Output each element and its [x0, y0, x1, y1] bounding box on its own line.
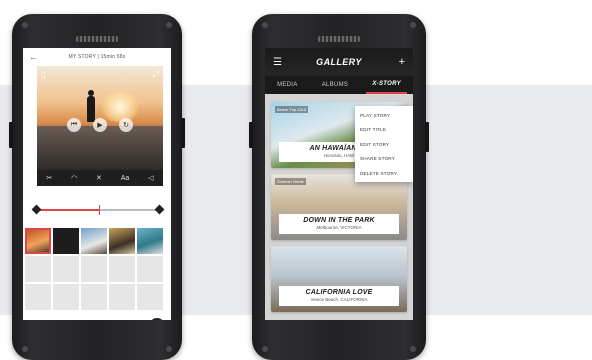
skip-back-icon[interactable]: ⏮ — [67, 118, 81, 132]
empty-slot[interactable] — [109, 284, 135, 310]
empty-slot[interactable] — [137, 284, 163, 310]
story-card[interactable]: CALIFORNIA LOVE Venice Beach, CALIFORNIA — [271, 246, 407, 312]
screw — [410, 346, 416, 352]
story-location: Venice Beach, CALIFORNIA — [310, 297, 368, 302]
screw — [166, 346, 172, 352]
empty-slot[interactable] — [137, 256, 163, 282]
empty-slot[interactable] — [81, 256, 107, 282]
empty-slot[interactable] — [25, 284, 51, 310]
side-button — [9, 122, 13, 148]
menu-item-share-story[interactable]: SHARE STORY — [355, 152, 413, 167]
story-tag: Summer Break — [275, 178, 306, 185]
transition-icon[interactable]: ✕ — [96, 174, 102, 182]
stabilize-icon[interactable]: ▯ — [41, 70, 45, 79]
audio-icon[interactable]: ◁ — [148, 174, 153, 182]
add-button[interactable]: + — [389, 56, 405, 68]
side-button — [181, 118, 185, 148]
playhead[interactable] — [99, 205, 100, 215]
trim-end-handle[interactable] — [154, 204, 165, 215]
screw — [22, 346, 28, 352]
video-toolbar: ✂ ◠ ✕ Aa ◁ — [37, 170, 163, 186]
story-context-menu: PLAY STORY EDIT TITLE EDIT STORY SHARE S… — [355, 106, 413, 182]
speaker-grille — [318, 36, 360, 42]
wave — [37, 126, 163, 170]
menu-item-delete-story[interactable]: DELETE STORY — [355, 166, 413, 181]
hamburger-icon[interactable]: ☰ — [273, 57, 289, 68]
story-caption: CALIFORNIA LOVE Venice Beach, CALIFORNIA — [279, 286, 399, 306]
story-location: Melbourne, VICTORIA — [316, 225, 362, 230]
page-title: GALLERY — [316, 57, 362, 67]
story-title: MY STORY | 15min 58s — [68, 54, 126, 60]
left-screen: ← MY STORY | 15min 58s ▯ ⤢ ⏮ ▶ ↻ ✂ ◠ ✕ A… — [23, 48, 171, 320]
speed-icon[interactable]: ◠ — [71, 174, 77, 182]
clip-thumbnail[interactable] — [81, 228, 107, 254]
left-phone: ← MY STORY | 15min 58s ▯ ⤢ ⏮ ▶ ↻ ✂ ◠ ✕ A… — [9, 14, 185, 360]
trim-start-handle[interactable] — [31, 204, 42, 215]
tab-albums[interactable]: ALBUMS — [316, 76, 354, 94]
surfer-figure — [87, 90, 95, 122]
screw — [262, 346, 268, 352]
screw — [410, 22, 416, 28]
fullscreen-icon[interactable]: ⤢ — [153, 70, 159, 80]
text-icon[interactable]: Aa — [121, 175, 130, 182]
screw — [166, 22, 172, 28]
empty-slot[interactable] — [25, 256, 51, 282]
screw — [22, 22, 28, 28]
scissors-icon[interactable]: ✂ — [46, 174, 52, 182]
promo-stage: ← MY STORY | 15min 58s ▯ ⤢ ⏮ ▶ ↻ ✂ ◠ ✕ A… — [0, 0, 592, 360]
story-tag: Beach Trip 2016 — [275, 106, 309, 113]
add-clip-button[interactable]: + — [149, 318, 165, 320]
menu-item-edit-story[interactable]: EDIT STORY — [355, 137, 413, 152]
story-card[interactable]: Summer Break DOWN IN THE PARK Melbourne,… — [271, 174, 407, 240]
sunset-glow — [97, 92, 143, 122]
story-title: DOWN IN THE PARK — [303, 217, 375, 224]
clip-thumbnail[interactable] — [53, 228, 79, 254]
clip-thumbnail[interactable] — [25, 228, 51, 254]
story-caption: DOWN IN THE PARK Melbourne, VICTORIA — [279, 214, 399, 234]
arrow-left-icon[interactable]: ← — [29, 52, 43, 62]
video-preview[interactable]: ▯ ⤢ ⏮ ▶ ↻ — [37, 66, 163, 170]
story-title: CALIFORNIA LOVE — [305, 289, 373, 296]
speaker-grille — [76, 36, 118, 42]
play-icon[interactable]: ▶ — [93, 118, 107, 132]
replay-icon[interactable]: ↻ — [119, 118, 133, 132]
timeline-scrubber[interactable] — [31, 204, 165, 215]
menu-item-edit-title[interactable]: EDIT TITLE — [355, 123, 413, 138]
tab-media[interactable]: MEDIA — [271, 76, 304, 94]
empty-slot[interactable] — [53, 284, 79, 310]
right-screen: ☰ GALLERY + MEDIA ALBUMS X-STORY Beach T… — [265, 48, 413, 320]
clip-grid — [25, 228, 171, 310]
empty-slot[interactable] — [81, 284, 107, 310]
timeline-progress — [37, 209, 99, 211]
tab-x-story[interactable]: X-STORY — [366, 76, 407, 94]
side-button — [249, 122, 253, 148]
clip-thumbnail[interactable] — [137, 228, 163, 254]
gallery-appbar: ☰ GALLERY + — [265, 48, 413, 76]
right-phone: ☰ GALLERY + MEDIA ALBUMS X-STORY Beach T… — [249, 14, 429, 360]
gallery-tabs: MEDIA ALBUMS X-STORY — [265, 76, 413, 94]
screw — [262, 22, 268, 28]
empty-slot[interactable] — [53, 256, 79, 282]
story-header: ← MY STORY | 15min 58s — [23, 48, 171, 66]
clip-thumbnail[interactable] — [109, 228, 135, 254]
menu-item-play-story[interactable]: PLAY STORY — [355, 108, 413, 123]
empty-slot[interactable] — [109, 256, 135, 282]
side-button — [425, 122, 429, 152]
